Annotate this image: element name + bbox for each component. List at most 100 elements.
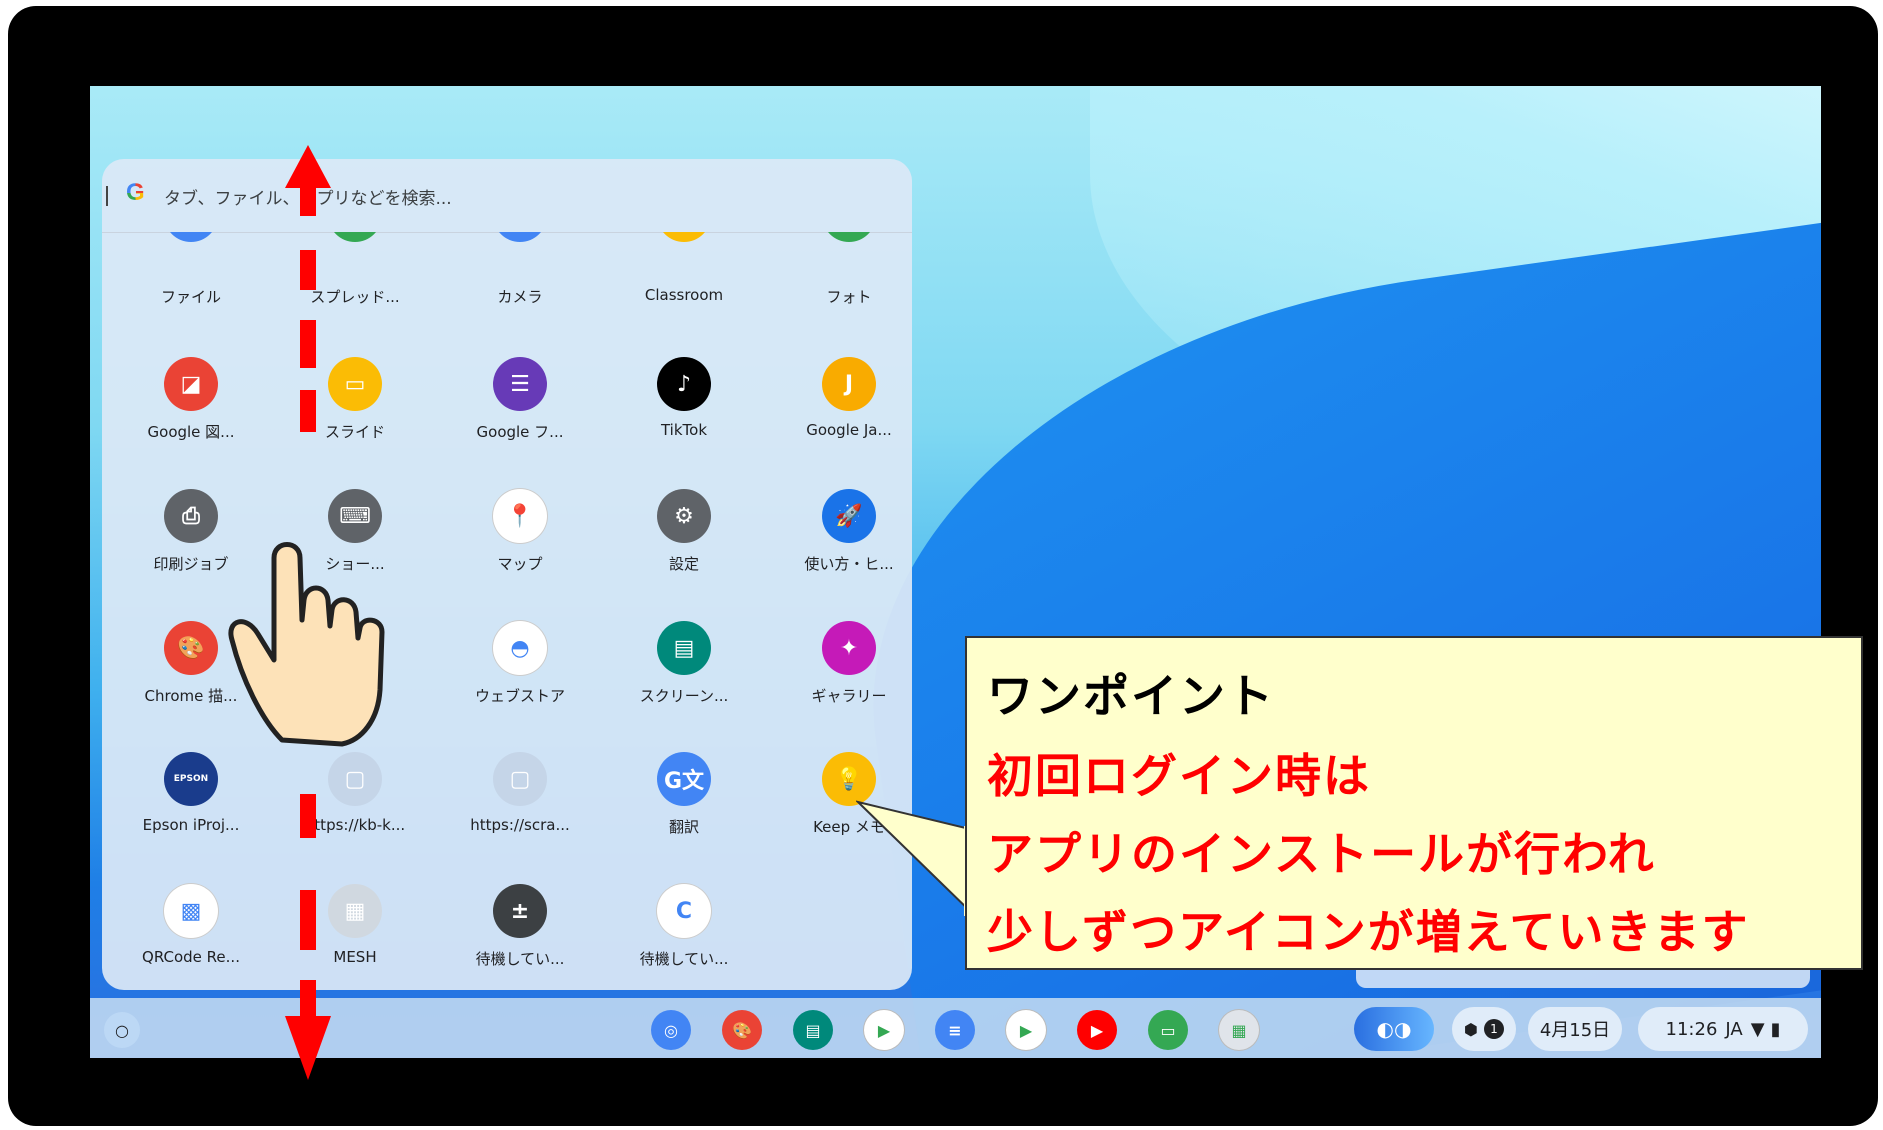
explore-icon: 🚀 (822, 489, 876, 543)
scratch-web-app-icon: ▢ (493, 752, 547, 806)
app-label: TikTok (660, 421, 708, 439)
print-jobs-icon: ⎙ (164, 489, 218, 543)
app-files[interactable]: ▬ ファイル (116, 232, 266, 306)
tiktok-icon: ♪ (657, 357, 711, 411)
google-logo-icon: G (126, 179, 145, 206)
calculator-icon: ± (493, 884, 547, 938)
battery-icon: ▮ (1770, 1018, 1781, 1040)
photos-icon: ✿ (822, 232, 876, 242)
app-explore[interactable]: 🚀 使い方・ヒ... (774, 489, 912, 599)
app-camera[interactable]: ◉ カメラ (445, 232, 595, 306)
shelf-classroom-icon[interactable]: ▭ (1148, 1010, 1188, 1050)
app-webstore[interactable]: ◓ ウェブストア (445, 621, 595, 731)
date-pill[interactable]: 4月15日 (1528, 1007, 1622, 1051)
phone-hub-icon: ◐◑ (1376, 1017, 1412, 1041)
app-drawings[interactable]: ◪ Google 図... (116, 357, 266, 467)
keep-icon: 💡 (822, 752, 876, 806)
drawings-icon: ◪ (164, 357, 218, 411)
app-settings[interactable]: ⚙ 設定 (609, 489, 759, 599)
app-label: 翻訳 (668, 818, 699, 836)
app-label: 待機してい... (475, 950, 565, 968)
app-label: https://scra... (470, 816, 570, 834)
scroll-down-arrow (285, 794, 331, 1080)
notification-count-badge: 1 (1483, 1019, 1504, 1039)
jamboard-icon: J (822, 357, 876, 411)
app-tiktok[interactable]: ♪ TikTok (609, 357, 759, 467)
app-pending-app[interactable]: C 待機してい... (609, 884, 759, 982)
app-classroom[interactable]: ▭ Classroom (609, 232, 759, 304)
app-label: ウェブストア (474, 687, 565, 705)
callout-line-1: 初回ログイン時は (987, 749, 1371, 803)
app-label: 待機してい... (639, 950, 729, 968)
chrome-canvas-icon: 🎨 (164, 621, 218, 675)
shelf-play-store-icon[interactable]: ▶ (864, 1010, 904, 1050)
app-label: Google Ja... (806, 421, 892, 439)
web-app-icon: ▢ (328, 752, 382, 806)
launcher-search-bar[interactable]: G タブ、ファイル、アプリなどを検索... (102, 159, 912, 233)
ime-indicator: JA (1725, 1018, 1743, 1040)
app-screencast[interactable]: ▤ スクリーン... (609, 621, 759, 731)
sheets-icon: ▦ (328, 232, 382, 242)
app-calculator[interactable]: ± 待機してい... (445, 884, 595, 982)
slides-icon: ▭ (328, 357, 382, 411)
app-label: フォト (826, 288, 872, 306)
settings-icon: ⚙ (657, 489, 711, 543)
shelf-docs-icon[interactable]: ≡ (935, 1010, 975, 1050)
webstore-icon: ◓ (493, 621, 547, 675)
app-gallery[interactable]: ✦ ギャラリー (774, 621, 912, 731)
shield-icon: ⬢ (1464, 1019, 1478, 1039)
notification-pill[interactable]: ⬢ 1 (1452, 1007, 1516, 1051)
wifi-icon: ▼ (1750, 1018, 1765, 1040)
app-label: Google 図... (147, 423, 235, 441)
shelf-screencast-icon[interactable]: ▤ (793, 1010, 833, 1050)
gallery-icon: ✦ (822, 621, 876, 675)
screencast-icon: ▤ (657, 621, 711, 675)
shelf: ○ ◎ 🎨 ▤ ▶ ≡ ▶ ▶ ▭ ▦ ◐◑ ⬢ 1 4月15日 11:26 JA ▼ ▮ (90, 998, 1821, 1058)
maps-icon: 📍 (493, 489, 547, 543)
app-label: ギャラリー (811, 687, 887, 705)
pending-app-icon: C (657, 884, 711, 938)
app-label: Epson iProj... (142, 816, 240, 834)
camera-icon: ◉ (493, 232, 547, 242)
swipe-hand-icon (228, 542, 385, 747)
app-maps[interactable]: 📍 マップ (445, 489, 595, 599)
app-photos[interactable]: ✿ フォト (774, 232, 912, 306)
app-label: 設定 (668, 555, 699, 573)
app-jamboard[interactable]: J Google Ja... (774, 357, 912, 467)
qrcode-reader-icon: ▩ (164, 884, 218, 938)
date-text: 4月15日 (1539, 1020, 1611, 1041)
epson-iprojection-icon: EPSON (164, 752, 218, 806)
files-icon: ▬ (164, 232, 218, 242)
app-qrcode-reader[interactable]: ▩ QRCode Re... (116, 884, 266, 982)
mesh-icon: ▦ (328, 884, 382, 938)
callout-line-2: アプリのインストールが行われ (987, 827, 1656, 881)
launcher-button[interactable]: ○ (104, 1012, 140, 1048)
shelf-youtube-icon[interactable]: ▶ (1077, 1010, 1117, 1050)
classroom-icon: ▭ (657, 232, 711, 242)
callout-title: ワンポイント (987, 669, 1275, 723)
phone-hub-pill[interactable]: ◐◑ (1354, 1007, 1434, 1051)
status-tray[interactable]: 11:26 JA ▼ ▮ (1638, 1007, 1808, 1051)
app-label: マップ (497, 555, 543, 573)
shelf-chrome-canvas-icon[interactable]: 🎨 (722, 1010, 762, 1050)
app-label: Google フ... (476, 423, 564, 441)
callout-pointer (856, 800, 976, 918)
translate-icon: G文 (657, 752, 711, 806)
shelf-meet-icon[interactable]: ▶ (1006, 1010, 1046, 1050)
app-label: QRCode Re... (142, 948, 240, 966)
forms-icon: ☰ (493, 357, 547, 411)
app-label: ファイル (160, 288, 221, 306)
app-epson-iprojection[interactable]: EPSON Epson iProj... (116, 752, 266, 862)
scroll-up-arrow (285, 145, 331, 432)
app-label: Classroom (644, 286, 724, 304)
app-label: 使い方・ヒ... (804, 555, 894, 573)
app-forms[interactable]: ☰ Google フ... (445, 357, 595, 467)
app-scratch-web-app[interactable]: ▢ https://scra... (445, 752, 595, 862)
shelf-chrome-icon[interactable]: ◎ (651, 1010, 691, 1050)
app-translate[interactable]: G文翻訳 (609, 752, 759, 862)
app-label: カメラ (497, 288, 543, 306)
text-caret (106, 186, 108, 206)
shelf-mesh-icon[interactable]: ▦ (1219, 1010, 1259, 1050)
callout-line-3: 少しずつアイコンが増えていきます (987, 905, 1750, 959)
time-text: 11:26 (1665, 1018, 1718, 1040)
